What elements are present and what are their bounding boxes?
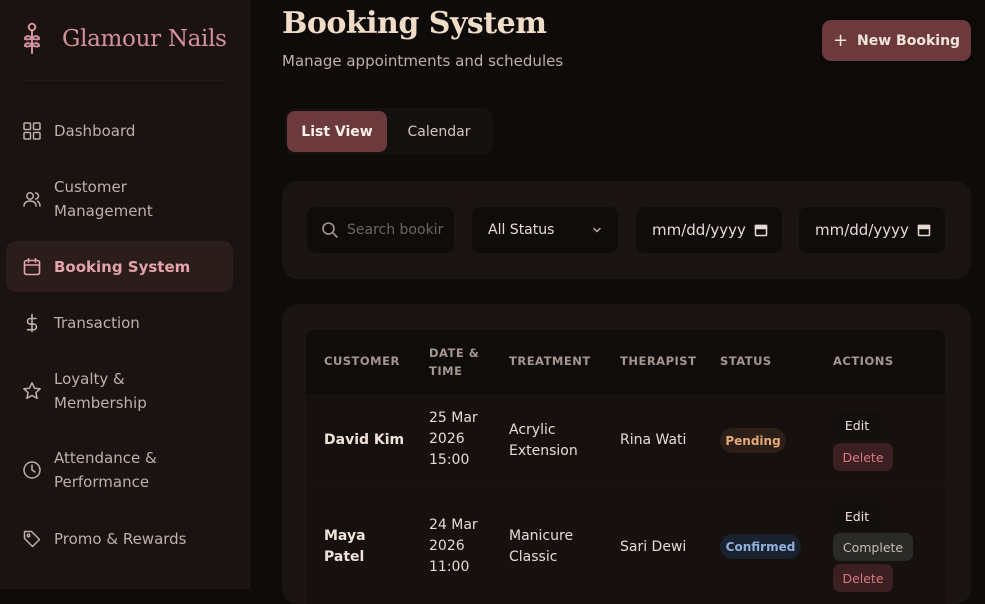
filter-panel: Search bookir All Status mm/dd/yyyy mm/d… bbox=[282, 181, 971, 279]
booking-datetime: 24 Mar 2026 11:00 bbox=[429, 517, 478, 575]
new-booking-label: New Booking bbox=[857, 32, 961, 49]
status-badge: Pending bbox=[720, 428, 786, 453]
dollar-icon bbox=[26, 313, 38, 333]
table-row: Maya Patel 24 Mar 2026 11:00 Manicure Cl… bbox=[306, 488, 945, 604]
date-from-input[interactable]: mm/dd/yyyy bbox=[636, 207, 782, 253]
customer-name: Maya Patel bbox=[324, 528, 366, 565]
calendar-icon bbox=[754, 224, 768, 237]
sidebar-item-label: Attendance & Performance bbox=[54, 449, 157, 491]
sidebar-item-label: Promo & Rewards bbox=[54, 530, 187, 548]
column-header: DATE & TIME bbox=[429, 346, 480, 378]
calendar-icon bbox=[23, 257, 41, 275]
date-to-value: mm/dd/yyyy bbox=[815, 221, 909, 239]
page-subtitle: Manage appointments and schedules bbox=[282, 52, 564, 70]
tag-icon bbox=[23, 530, 41, 548]
clock-icon bbox=[23, 461, 41, 479]
star-icon bbox=[23, 382, 41, 400]
sidebar-item-label: Customer Management bbox=[54, 178, 153, 220]
sidebar-item-label: Booking System bbox=[54, 257, 191, 276]
customer-name: David Kim bbox=[324, 432, 405, 448]
new-booking-button[interactable]: + New Booking bbox=[822, 20, 971, 61]
view-tabs: List View Calendar bbox=[285, 108, 493, 154]
tab-calendar[interactable]: Calendar bbox=[389, 111, 489, 152]
booking-datetime: 25 Mar 2026 15:00 bbox=[429, 410, 478, 468]
sidebar-item-loyalty[interactable]: Loyalty & Membership bbox=[6, 364, 233, 418]
sidebar-item-label: Dashboard bbox=[54, 122, 136, 140]
column-header: THERAPIST bbox=[620, 354, 697, 368]
date-from-value: mm/dd/yyyy bbox=[652, 221, 746, 239]
calendar-icon bbox=[917, 224, 931, 237]
edit-button[interactable]: Edit bbox=[833, 502, 881, 530]
brand-name: Glamour Nails bbox=[62, 26, 227, 52]
sidebar: Glamour Nails Dashboard Customer Managem… bbox=[0, 0, 250, 589]
divider bbox=[22, 80, 227, 81]
search-placeholder: Search bookir bbox=[347, 222, 444, 238]
brand[interactable]: Glamour Nails bbox=[22, 22, 227, 56]
treatment-name: Manicure Classic bbox=[509, 528, 574, 565]
table-row: David Kim 25 Mar 2026 15:00 Acrylic Exte… bbox=[306, 394, 945, 487]
search-input[interactable]: Search bookir bbox=[307, 207, 454, 253]
status-select-value: All Status bbox=[488, 222, 555, 238]
sidebar-item-attendance[interactable]: Attendance & Performance bbox=[6, 443, 233, 497]
table-header: CUSTOMER DATE & TIME TREATMENT THERAPIST… bbox=[306, 330, 945, 394]
tab-list-view[interactable]: List View bbox=[287, 111, 387, 152]
column-header: TREATMENT bbox=[509, 354, 591, 368]
treatment-name: Acrylic Extension bbox=[509, 422, 578, 459]
sidebar-item-customers[interactable]: Customer Management bbox=[6, 172, 233, 226]
therapist-name: Sari Dewi bbox=[620, 539, 687, 555]
column-header: CUSTOMER bbox=[324, 354, 400, 368]
status-badge: Confirmed bbox=[720, 534, 801, 559]
delete-button[interactable]: Delete bbox=[833, 564, 893, 592]
status-select[interactable]: All Status bbox=[472, 207, 618, 253]
page-title: Booking System bbox=[282, 6, 547, 41]
users-icon bbox=[23, 192, 41, 207]
bookings-table: CUSTOMER DATE & TIME TREATMENT THERAPIST… bbox=[282, 304, 971, 604]
flower-logo-icon bbox=[24, 22, 40, 54]
sidebar-item-dashboard[interactable]: Dashboard bbox=[6, 112, 233, 150]
complete-button[interactable]: Complete bbox=[833, 533, 913, 561]
column-header: ACTIONS bbox=[833, 354, 894, 368]
search-icon bbox=[322, 222, 338, 238]
chevron-down-icon bbox=[593, 227, 601, 233]
date-to-input[interactable]: mm/dd/yyyy bbox=[799, 207, 945, 253]
therapist-name: Rina Wati bbox=[620, 432, 687, 448]
sidebar-item-booking[interactable]: Booking System bbox=[6, 241, 233, 292]
delete-button[interactable]: Delete bbox=[833, 443, 893, 471]
sidebar-item-label: Transaction bbox=[54, 314, 140, 332]
plus-icon: + bbox=[832, 30, 849, 51]
sidebar-item-promo[interactable]: Promo & Rewards bbox=[6, 520, 233, 558]
sidebar-item-transaction[interactable]: Transaction bbox=[6, 304, 233, 342]
edit-button[interactable]: Edit bbox=[833, 411, 881, 439]
dashboard-icon bbox=[23, 122, 41, 140]
sidebar-item-label: Loyalty & Membership bbox=[54, 370, 147, 412]
column-header: STATUS bbox=[720, 354, 772, 368]
main-content: Booking System Manage appointments and s… bbox=[250, 0, 985, 604]
